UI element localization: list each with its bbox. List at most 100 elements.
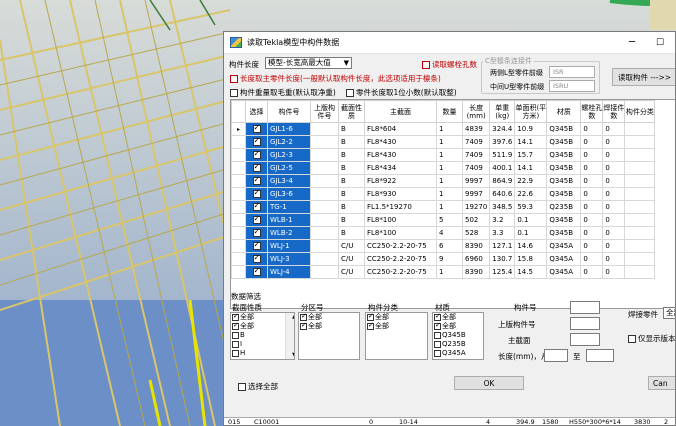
cell-unit-weight[interactable]: 130.7 [489, 252, 516, 266]
cell-weld-parts[interactable]: 0 [602, 239, 626, 253]
select-all-checkbox[interactable]: 选择全部 [238, 381, 278, 392]
checkbox-box[interactable] [300, 321, 307, 330]
cell-weld-parts[interactable]: 0 [602, 226, 626, 240]
cell-unit-weight[interactable]: 3.2 [489, 213, 516, 227]
row-select-checkbox[interactable] [252, 189, 261, 198]
cell-prev-part-no[interactable] [310, 200, 339, 214]
row-select-cell[interactable] [245, 174, 268, 188]
cell-length[interactable]: 9997 [461, 187, 491, 201]
main-section-filter-input[interactable] [570, 333, 600, 346]
cell-unit-weight[interactable]: 397.6 [489, 135, 516, 149]
row-select-cell[interactable] [245, 187, 268, 201]
cell-section-type[interactable]: B [338, 213, 365, 227]
cell-bolt-holes[interactable]: 0 [580, 174, 604, 188]
cell-main-section[interactable]: FL8*430 [364, 148, 437, 162]
component-length-select[interactable]: 模型-长宽高最大值 ▼ [265, 57, 352, 69]
cell-prev-part-no[interactable] [310, 265, 339, 279]
cell-category[interactable] [624, 187, 656, 201]
cell-length[interactable]: 8390 [461, 265, 491, 279]
only-prev-version-checkbox[interactable]: 仅显示版本 [628, 333, 675, 344]
row-select-checkbox[interactable] [252, 215, 261, 224]
cell-material[interactable]: Q345B [546, 226, 582, 240]
cell-prev-part-no[interactable] [310, 161, 339, 175]
cell-length[interactable]: 6960 [461, 252, 491, 266]
checkbox-box[interactable] [232, 331, 239, 339]
cell-unit-weight[interactable]: 324.4 [489, 122, 516, 136]
row-select-checkbox[interactable] [252, 176, 261, 185]
cell-unit-area[interactable]: 14.1 [514, 161, 548, 175]
cell-category[interactable] [624, 122, 656, 136]
col-header-qty[interactable]: 数量 [436, 100, 463, 123]
cell-main-section[interactable]: FL8*100 [364, 226, 437, 240]
cell-unit-weight[interactable]: 511.9 [489, 148, 516, 162]
table-row[interactable]: WLJ-3 C/UCC250-2.2-20-7596960130.715.8Q34… [231, 252, 656, 266]
checkbox-box[interactable] [434, 340, 441, 348]
cell-part-no[interactable]: WLJ-3 [267, 252, 311, 266]
cell-weld-parts[interactable]: 0 [602, 148, 626, 162]
row-select-checkbox[interactable] [252, 267, 261, 276]
cell-prev-part-no[interactable] [310, 187, 339, 201]
table-row[interactable]: WLJ-4 C/UCC250-2.2-20-7518390125.414.5Q34… [231, 265, 656, 279]
cell-unit-area[interactable]: 14.1 [514, 135, 548, 149]
row-select-checkbox[interactable] [252, 150, 261, 159]
cell-section-type[interactable]: B [338, 135, 365, 149]
row-header[interactable] [231, 161, 246, 175]
col-header-section-type[interactable]: 截面性质 [338, 100, 365, 123]
cell-section-type[interactable]: B [338, 187, 365, 201]
cell-qty[interactable]: 1 [436, 122, 463, 136]
row-select-cell[interactable] [245, 226, 268, 240]
cell-prev-part-no[interactable] [310, 174, 339, 188]
row-header[interactable] [231, 148, 246, 162]
cell-section-type[interactable]: B [338, 226, 365, 240]
cell-material[interactable]: Q345B [546, 187, 582, 201]
row-select-cell[interactable] [245, 213, 268, 227]
cell-main-section[interactable]: FL8*100 [364, 213, 437, 227]
cell-category[interactable] [624, 135, 656, 149]
row-select-cell[interactable] [245, 265, 268, 279]
table-row[interactable]: GJL2-3BFL8*43017409511.915.7Q345B00 [231, 148, 656, 162]
part-no-filter-input[interactable] [570, 301, 600, 314]
section-type-listbox[interactable]: ▲▼ 全部全部BIH [230, 312, 295, 360]
row-select-cell[interactable] [245, 200, 268, 214]
col-header-unit-area[interactable]: 单面积(平方米) [514, 100, 548, 123]
cell-material[interactable]: Q345A [546, 239, 582, 253]
cell-weld-parts[interactable]: 0 [602, 200, 626, 214]
col-header-weld-parts[interactable]: 焊接件数 [602, 100, 626, 123]
listbox-scrollbar[interactable]: ▲▼ [285, 313, 294, 359]
cell-unit-area[interactable]: 14.5 [514, 265, 548, 279]
checkbox-box[interactable] [628, 335, 636, 343]
row-header[interactable] [231, 265, 246, 279]
row-header[interactable] [231, 239, 246, 253]
cell-qty[interactable]: 1 [436, 265, 463, 279]
cell-length[interactable]: 528 [461, 226, 491, 240]
cell-qty[interactable]: 1 [436, 161, 463, 175]
cell-unit-weight[interactable]: 400.1 [489, 161, 516, 175]
cell-unit-area[interactable]: 15.8 [514, 252, 548, 266]
prev-part-no-filter-input[interactable] [570, 317, 600, 330]
cell-unit-weight[interactable]: 348.5 [489, 200, 516, 214]
row-select-cell[interactable] [245, 135, 268, 149]
cell-unit-weight[interactable]: 640.6 [489, 187, 516, 201]
cell-main-section[interactable]: FL8*922 [364, 174, 437, 188]
cell-qty[interactable]: 9 [436, 252, 463, 266]
length-to-input[interactable] [586, 349, 614, 362]
cell-prev-part-no[interactable] [310, 226, 339, 240]
cell-category[interactable] [624, 252, 656, 266]
part-length-decimal-checkbox[interactable]: 零件长度取1位小数(默认取整) [346, 87, 457, 98]
cell-main-section[interactable]: FL1.5*19270 [364, 200, 437, 214]
cell-section-type[interactable]: B [338, 174, 365, 188]
cell-unit-area[interactable]: 0.1 [514, 213, 548, 227]
row-select-checkbox[interactable] [252, 137, 261, 146]
cell-qty[interactable]: 1 [436, 135, 463, 149]
cell-length[interactable]: 7409 [461, 135, 491, 149]
scroll-down-icon[interactable]: ▼ [290, 352, 294, 358]
row-select-checkbox[interactable] [252, 254, 261, 263]
cell-section-type[interactable]: C/U [338, 239, 365, 253]
cell-qty[interactable]: 1 [436, 148, 463, 162]
cell-unit-area[interactable]: 22.9 [514, 174, 548, 188]
table-row[interactable]: WLB-1BFL8*10055023.20.1Q345B00 [231, 213, 656, 227]
cell-prev-part-no[interactable] [310, 148, 339, 162]
cell-unit-area[interactable]: 0.1 [514, 226, 548, 240]
cell-bolt-holes[interactable]: 0 [580, 239, 604, 253]
cell-material[interactable]: Q345B [546, 122, 582, 136]
